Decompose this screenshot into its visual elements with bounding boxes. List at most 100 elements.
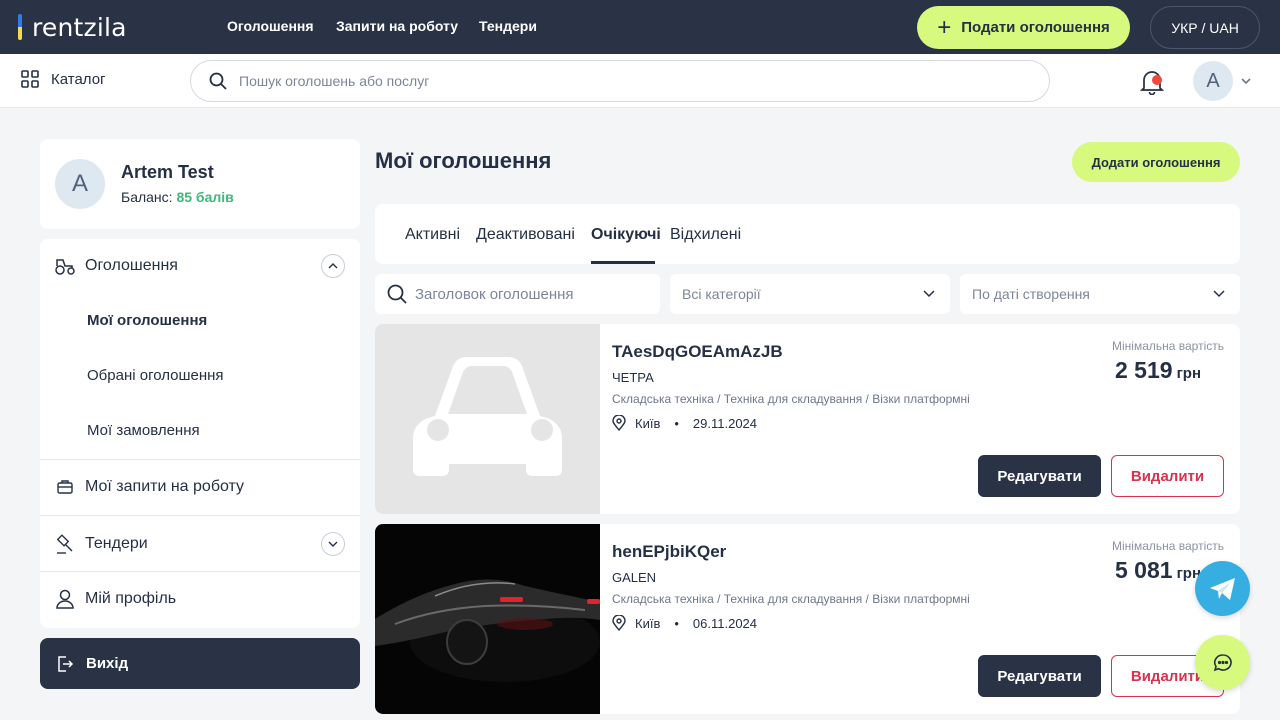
listing-category: Складська техніка / Техніка для складува…	[612, 592, 970, 606]
chat-button[interactable]	[1195, 635, 1250, 690]
user-icon	[56, 589, 74, 609]
listing-price: 2 519 грн	[1115, 357, 1201, 384]
grid-icon	[21, 70, 39, 88]
listing-category: Складська техніка / Техніка для складува…	[612, 392, 970, 406]
search-bar-row: Каталог Пошук оголошень або послуг	[0, 54, 1280, 108]
location-pin-icon	[612, 615, 626, 631]
listing-title[interactable]: henEPjbiKQer	[612, 542, 726, 562]
sidebar-item-my-ads[interactable]: Мої оголошення	[87, 312, 207, 329]
edit-button[interactable]: Редагувати	[978, 655, 1101, 697]
car-photo	[375, 524, 600, 714]
search-icon	[209, 72, 227, 90]
search-icon	[387, 284, 407, 304]
listing-location: Київ • 29.11.2024	[612, 415, 757, 431]
price-label: Мінімальна вартість	[1111, 339, 1224, 353]
placeholder-car-image	[375, 324, 600, 514]
sidebar-item-label: Оголошення	[85, 257, 178, 274]
listing-brand: GALEN	[612, 570, 657, 585]
briefcase-icon	[57, 480, 73, 494]
price-currency: грн	[1176, 365, 1202, 382]
catalog-label: Каталог	[51, 70, 106, 88]
category-select-value: Всі категорії	[682, 286, 761, 302]
price-value: 5 081	[1115, 557, 1173, 583]
avatar[interactable]: A	[1193, 61, 1233, 101]
separator-dot: •	[674, 615, 679, 631]
chevron-down-icon[interactable]	[1240, 75, 1252, 87]
listing-brand: ЧЕТРА	[612, 370, 654, 385]
sidebar-menu: Оголошення Мої оголошення Обрані оголоше…	[40, 239, 360, 628]
submit-ad-label: Подати оголошення	[961, 19, 1110, 36]
tab-active[interactable]: Активні	[405, 226, 460, 244]
balance-value: 85 балів	[176, 189, 234, 205]
location-pin-icon	[612, 415, 626, 431]
divider	[40, 515, 360, 516]
nav-ads[interactable]: Оголошення	[227, 18, 314, 34]
top-bar: rentzila Оголошення Запити на роботу Тен…	[0, 0, 1280, 54]
telegram-button[interactable]	[1195, 561, 1250, 616]
category-select[interactable]: Всі категорії	[670, 274, 950, 314]
logout-label: Вихід	[86, 655, 129, 672]
notification-dot	[1152, 75, 1162, 85]
price-label: Мінімальна вартість	[1111, 539, 1224, 553]
submit-ad-button[interactable]: + Подати оголошення	[917, 6, 1130, 49]
edit-button[interactable]: Редагувати	[978, 455, 1101, 497]
listing-city: Київ	[635, 615, 661, 631]
chevron-down-icon	[923, 290, 935, 298]
chevron-down-icon	[328, 541, 338, 547]
listing-date: 06.11.2024	[692, 615, 758, 631]
chevron-up-icon	[328, 263, 338, 269]
sidebar-item-label: Мої запити на роботу	[85, 478, 245, 495]
profile-name: Artem Test	[121, 162, 214, 182]
tab-pending[interactable]: Очікуючі	[591, 226, 661, 244]
listing-title[interactable]: TAesDqGOEAmAzJB	[612, 342, 783, 362]
chat-icon	[1213, 653, 1232, 671]
logo[interactable]: rentzila	[18, 12, 127, 42]
profile-avatar: A	[55, 159, 105, 209]
delete-button[interactable]: Видалити	[1111, 455, 1224, 497]
sort-select-value: По даті створення	[972, 286, 1090, 302]
tabs-bar: Активні Деактивовані Очікуючі Відхилені	[375, 204, 1240, 264]
logo-text: rentzila	[32, 12, 127, 42]
sidebar-item-job-requests[interactable]: Мої запити на роботу	[40, 477, 360, 497]
language-currency-button[interactable]: УКР / UAH	[1150, 6, 1260, 49]
sidebar-item-label: Мій профіль	[85, 590, 177, 607]
search-input[interactable]: Пошук оголошень або послуг	[190, 60, 1050, 102]
tab-deactivated[interactable]: Деактивовані	[476, 226, 575, 244]
divider	[40, 571, 360, 572]
gavel-icon	[56, 534, 73, 554]
profile-balance: Баланс: 85 балів	[121, 189, 234, 205]
listing-date: 29.11.2024	[692, 415, 758, 431]
sidebar-item-favorite-ads[interactable]: Обрані оголошення	[87, 367, 224, 384]
separator-dot: •	[674, 415, 679, 431]
chevron-down-icon	[1213, 290, 1225, 298]
title-search-placeholder: Заголовок оголошення	[415, 285, 574, 303]
sidebar-item-tenders[interactable]: Тендери	[40, 532, 360, 556]
listing-location: Київ • 06.11.2024	[612, 615, 757, 631]
nav-tenders[interactable]: Тендери	[479, 18, 537, 34]
listing-card[interactable]: henEPjbiKQer GALEN Складська техніка / Т…	[375, 524, 1240, 714]
sidebar-item-my-orders[interactable]: Мої замовлення	[87, 422, 200, 439]
profile-card: A Artem Test Баланс: 85 балів	[40, 139, 360, 229]
search-placeholder: Пошук оголошень або послуг	[239, 73, 430, 89]
logout-button[interactable]: Вихід	[40, 638, 360, 689]
active-tab-indicator	[591, 261, 655, 264]
expand-button[interactable]	[321, 532, 345, 556]
plus-icon: +	[937, 13, 952, 41]
listing-price: 5 081 грн	[1115, 557, 1201, 584]
listing-city: Київ	[635, 415, 661, 431]
catalog-button[interactable]: Каталог	[21, 70, 106, 88]
sidebar-item-ads[interactable]: Оголошення	[40, 254, 360, 278]
add-ad-button[interactable]: Додати оголошення	[1072, 142, 1240, 182]
title-search-input[interactable]: Заголовок оголошення	[375, 274, 660, 314]
listing-card[interactable]: TAesDqGOEAmAzJB ЧЕТРА Складська техніка …	[375, 324, 1240, 514]
tab-rejected[interactable]: Відхилені	[670, 226, 741, 244]
sidebar-item-label: Тендери	[85, 535, 148, 552]
tractor-icon	[55, 259, 75, 275]
page-title: Мої оголошення	[375, 148, 552, 173]
divider	[40, 459, 360, 460]
collapse-button[interactable]	[321, 254, 345, 278]
price-value: 2 519	[1115, 357, 1173, 383]
sort-select[interactable]: По даті створення	[960, 274, 1240, 314]
sidebar-item-profile[interactable]: Мій профіль	[40, 588, 360, 610]
nav-job-requests[interactable]: Запити на роботу	[336, 18, 458, 34]
